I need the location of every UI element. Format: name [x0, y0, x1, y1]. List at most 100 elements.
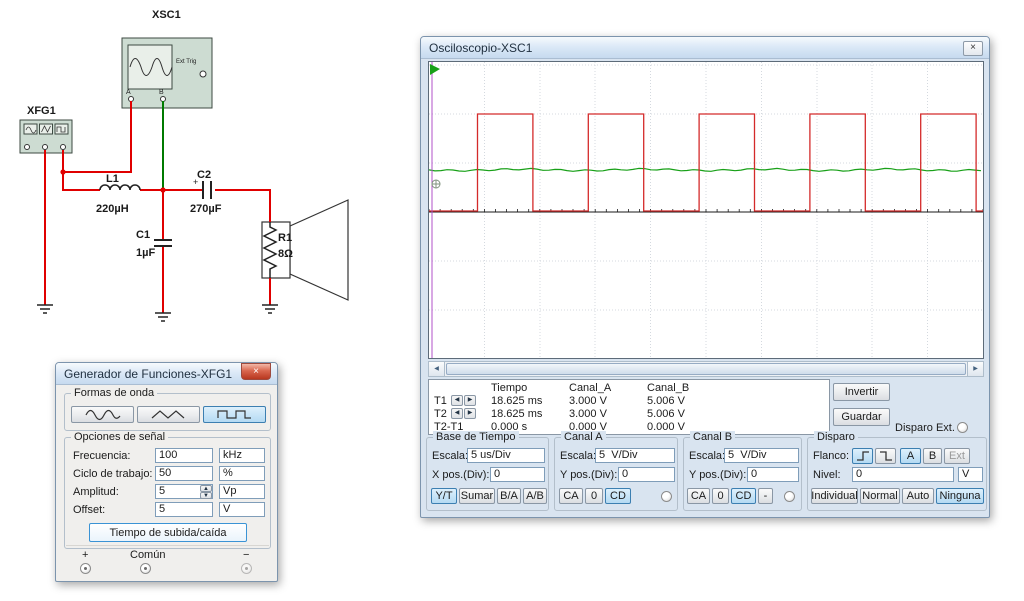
falling-edge-button[interactable] [875, 448, 896, 464]
sum-mode-button[interactable]: Sumar [459, 488, 495, 504]
channel-b-panel: Canal B Escala: 5 V/Div Y pos.(Div): 0 C… [683, 437, 802, 511]
duty-cycle-label: Ciclo de trabajo: [73, 468, 153, 480]
oscilloscope-instrument-icon[interactable]: Ext Trig A B [122, 38, 212, 108]
scroll-left-button[interactable]: ◀ [429, 362, 445, 376]
function-generator-instrument-icon[interactable] [20, 120, 72, 153]
trigger-auto-button[interactable]: Auto [902, 488, 934, 504]
signal-options-group: Opciones de señal Frecuencia: 100 kHz Ci… [64, 437, 271, 549]
ground-symbol[interactable] [155, 313, 171, 321]
terminal-dot-icon [245, 567, 248, 570]
rising-edge-button[interactable] [852, 448, 873, 464]
terminal-b[interactable] [161, 97, 166, 102]
amplitude-spin-up[interactable]: ▲ [200, 485, 212, 492]
duty-cycle-unit[interactable]: % [219, 466, 265, 481]
fg-plus-terminal[interactable] [25, 145, 30, 150]
terminal-a[interactable] [129, 97, 134, 102]
triangle-wave-icon [149, 408, 189, 421]
channel-b-minus-button[interactable]: - [758, 488, 773, 504]
scroll-right-button[interactable]: ▶ [967, 362, 983, 376]
ba-mode-button[interactable]: B/A [497, 488, 521, 504]
junction-dot [160, 187, 165, 192]
amplitude-unit[interactable]: Vp [219, 484, 265, 499]
t1-channel-b: 5.006 V [647, 395, 685, 407]
trigger-ext-button[interactable]: Ext [944, 448, 970, 464]
trigger-b-button[interactable]: B [923, 448, 942, 464]
fg-minus-terminal[interactable] [61, 145, 66, 150]
channel-b-ac-button[interactable]: CA [687, 488, 710, 504]
minus-terminal[interactable] [241, 563, 252, 574]
ext-trigger-radio[interactable] [957, 422, 968, 433]
trigger-single-button[interactable]: Individual [811, 488, 858, 504]
graph-scrollbar[interactable]: ◀ ▶ [428, 361, 984, 377]
scope-titlebar[interactable]: Osciloscopio-XSC1 [421, 37, 989, 59]
channel-b-scale-input[interactable]: 5 V/Div [724, 448, 799, 463]
wire-group [45, 101, 270, 313]
t2-left-button[interactable]: ◀ [451, 408, 463, 419]
timebase-title: Base de Tiempo [433, 431, 519, 443]
trigger-none-button[interactable]: Ninguna [936, 488, 984, 504]
capacitor-c1[interactable] [154, 240, 172, 246]
close-icon: × [253, 366, 259, 377]
invert-button[interactable]: Invertir [833, 383, 890, 401]
timebase-xpos-input[interactable]: 0 [490, 467, 545, 482]
amplitude-spin-down[interactable]: ▼ [200, 492, 212, 499]
wire-scope-a[interactable] [63, 101, 131, 172]
rise-fall-time-button[interactable]: Tiempo de subida/caída [89, 523, 247, 542]
channel-a-ac-button[interactable]: CA [559, 488, 583, 504]
l1-value: 220µH [96, 203, 129, 215]
channel-b-zero-button[interactable]: 0 [712, 488, 729, 504]
t1-left-button[interactable]: ◀ [451, 395, 463, 406]
scope-close-button[interactable]: × [963, 41, 983, 56]
channel-a-ypos-label: Y pos.(Div): [560, 469, 617, 481]
ext-trig-terminal[interactable] [200, 71, 206, 77]
duty-cycle-input[interactable]: 50 [155, 466, 213, 481]
trigger-a-button[interactable]: A [900, 448, 921, 464]
yt-mode-button[interactable]: Y/T [431, 488, 457, 504]
offset-unit[interactable]: V [219, 502, 265, 517]
ext-trig-label: Ext Trig [176, 59, 196, 65]
fg-close-button[interactable]: × [241, 363, 271, 380]
t2-channel-a: 3.000 V [569, 408, 607, 420]
channel-a-ypos-input[interactable]: 0 [618, 467, 675, 482]
ab-mode-button[interactable]: A/B [523, 488, 547, 504]
inductor-l1[interactable] [100, 185, 140, 190]
fg-window-title: Generador de Funciones-XFG1 [64, 367, 232, 381]
plus-terminal[interactable] [80, 563, 91, 574]
speaker-symbol[interactable] [262, 200, 348, 300]
wire-c2-r1[interactable] [215, 190, 270, 222]
channel-b-dc-button[interactable]: CD [731, 488, 756, 504]
channel-a-scale-input[interactable]: 5 V/Div [595, 448, 675, 463]
common-terminal[interactable] [140, 563, 151, 574]
channel-b-radio[interactable] [784, 491, 795, 502]
sine-wave-button[interactable] [71, 406, 134, 423]
trigger-level-input[interactable]: 0 [852, 467, 954, 482]
ground-symbol[interactable] [37, 305, 53, 313]
frequency-unit[interactable]: kHz [219, 448, 265, 463]
scope-graph[interactable] [428, 61, 984, 359]
t1-right-button[interactable]: ▶ [464, 395, 476, 406]
trigger-normal-button[interactable]: Normal [860, 488, 900, 504]
save-button[interactable]: Guardar [833, 408, 890, 426]
channel-a-dc-button[interactable]: CD [605, 488, 631, 504]
triangle-wave-button[interactable] [137, 406, 200, 423]
scrollbar-thumb[interactable] [446, 363, 966, 375]
channel-b-scale-label: Escala: [689, 450, 725, 462]
t1-channel-a: 3.000 V [569, 395, 607, 407]
offset-label: Offset: [73, 504, 105, 516]
t2-right-button[interactable]: ▶ [464, 408, 476, 419]
wire-fg-output[interactable] [63, 150, 100, 190]
channel-a-zero-button[interactable]: 0 [585, 488, 603, 504]
square-wave-button[interactable] [203, 406, 266, 423]
timebase-scale-input[interactable]: 5 us/Div [467, 448, 545, 463]
fg-common-terminal[interactable] [43, 145, 48, 150]
circuit-canvas: XSC1 XFG1 Ext Trig A B [0, 0, 430, 360]
c2-value: 270µF [190, 203, 222, 215]
terminal-dot-icon [84, 567, 87, 570]
close-icon: × [970, 42, 976, 53]
offset-input[interactable]: 5 [155, 502, 213, 517]
channel-a-radio[interactable] [661, 491, 672, 502]
channel-b-ypos-input[interactable]: 0 [747, 467, 799, 482]
trigger-level-unit[interactable]: V [958, 467, 983, 482]
frequency-input[interactable]: 100 [155, 448, 213, 463]
ground-symbol[interactable] [262, 305, 278, 313]
